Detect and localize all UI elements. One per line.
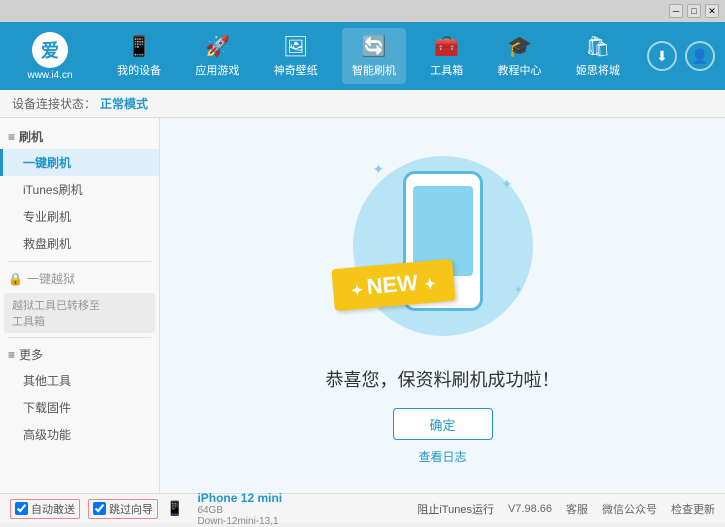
device-phone-icon: 📱 (166, 500, 183, 517)
apps-games-icon: 🚀 (205, 34, 230, 59)
auto-send-checkbox-item[interactable]: 自动敢送 (10, 499, 80, 519)
sparkle-1: ✦ (373, 161, 385, 178)
nav-item-wallpaper[interactable]: 🖼 神奇壁纸 (264, 28, 328, 84)
goto-log-link[interactable]: 查看日志 (418, 448, 466, 465)
sidebar-item-rescue-flash[interactable]: 救盘刷机 (0, 230, 159, 257)
nav-item-smart-flash[interactable]: 🔄 智能刷机 (342, 28, 406, 84)
bottombar-left: 自动敢送 跳过向导 📱 iPhone 12 mini 64GB Down-12m… (10, 491, 282, 527)
my-device-icon: 📱 (127, 34, 152, 59)
skip-wizard-label: 跳过向导 (109, 501, 153, 517)
flash-section-icon: ≡ (8, 130, 15, 144)
lock-icon: 🔒 (8, 272, 23, 286)
device-info: iPhone 12 mini 64GB Down-12mini-13,1 (197, 491, 282, 527)
skip-wizard-checkbox-item[interactable]: 跳过向导 (88, 499, 158, 519)
sidebar: ≡ 刷机 一键刷机 iTunes刷机 专业刷机 救盘刷机 🔒 一键越狱 (0, 118, 160, 493)
nav-item-apps-games[interactable]: 🚀 应用游戏 (185, 28, 249, 84)
device-row: 📱 iPhone 12 mini 64GB Down-12mini-13,1 (166, 491, 282, 527)
minimize-button[interactable]: ─ (669, 4, 683, 18)
logo-icon: 爱 (32, 32, 68, 68)
sparkle-3: ✦ (514, 285, 522, 296)
sidebar-item-download-firmware[interactable]: 下载固件 (0, 394, 159, 421)
maximize-button[interactable]: □ (687, 4, 701, 18)
header: 爱 www.i4.cn 📱 我的设备 🚀 应用游戏 🖼 神奇壁纸 🔄 智能刷机 … (0, 22, 725, 90)
nav-label-mall: 姬思将城 (576, 62, 620, 78)
logo-domain: www.i4.cn (27, 70, 72, 81)
sidebar-item-one-click[interactable]: 一键刷机 (0, 149, 159, 176)
sidebar-item-other-tools[interactable]: 其他工具 (0, 367, 159, 394)
toolbox-icon: 🧰 (434, 34, 459, 59)
mall-icon: 🛍 (585, 34, 610, 59)
titlebar: ─ □ ✕ (0, 0, 725, 22)
nav-label-wallpaper: 神奇壁纸 (274, 62, 318, 78)
sidebar-item-itunes-flash[interactable]: iTunes刷机 (0, 176, 159, 203)
nav-item-my-device[interactable]: 📱 我的设备 (107, 28, 171, 84)
nav-item-tutorial[interactable]: 🎓 教程中心 (488, 28, 552, 84)
download-button[interactable]: ⬇ (647, 41, 677, 71)
bottombar-right: 阻止iTunes运行 V7.98.66 客服 微信公众号 检查更新 (417, 501, 715, 517)
nav-label-apps-games: 应用游戏 (195, 62, 239, 78)
main-content: ✦ ✦ ✦ NEW 恭喜您，保资料刷机成功啦！ 确定 查看日志 (160, 118, 725, 493)
sidebar-locked-jailbreak: 🔒 一键越狱 (0, 266, 159, 291)
tutorial-icon: 🎓 (507, 34, 532, 59)
nav-label-smart-flash: 智能刷机 (352, 62, 396, 78)
sidebar-divider-1 (8, 261, 151, 262)
nav-label-my-device: 我的设备 (117, 62, 161, 78)
version-text: V7.98.66 (508, 503, 552, 515)
stop-itunes-label: 阻止iTunes运行 (417, 501, 494, 517)
smart-flash-icon: 🔄 (362, 34, 387, 59)
device-storage: 64GB (197, 505, 282, 516)
stop-itunes-button[interactable]: 阻止iTunes运行 (417, 501, 494, 517)
sidebar-jailbreak-note: 越狱工具已转移至工具箱 (4, 293, 155, 333)
sidebar-section-more: ≡ 更多 其他工具 下载固件 高级功能 (0, 342, 159, 448)
sidebar-section-flash: ≡ 刷机 一键刷机 iTunes刷机 专业刷机 救盘刷机 (0, 124, 159, 257)
status-label: 设备连接状态： (12, 95, 96, 112)
user-button[interactable]: 👤 (685, 41, 715, 71)
sidebar-divider-2 (8, 337, 151, 338)
success-text: 恭喜您，保资料刷机成功啦！ (326, 366, 560, 392)
nav-item-mall[interactable]: 🛍 姬思将城 (566, 28, 630, 84)
nav-label-tutorial: 教程中心 (498, 62, 542, 78)
sidebar-more-title: ≡ 更多 (0, 342, 159, 367)
device-model: Down-12mini-13,1 (197, 516, 282, 527)
skip-wizard-checkbox[interactable] (93, 502, 106, 515)
statusbar: 设备连接状态： 正常模式 (0, 90, 725, 118)
nav-item-toolbox[interactable]: 🧰 工具箱 (420, 28, 473, 84)
logo-area: 爱 www.i4.cn (0, 26, 100, 87)
auto-send-label: 自动敢送 (31, 501, 75, 517)
sparkle-2: ✦ (501, 176, 513, 193)
main-area: ≡ 刷机 一键刷机 iTunes刷机 专业刷机 救盘刷机 🔒 一键越狱 (0, 118, 725, 493)
nav-label-toolbox: 工具箱 (430, 62, 463, 78)
sidebar-section-title-flash: ≡ 刷机 (0, 124, 159, 149)
more-section-icon: ≡ (8, 348, 15, 362)
status-value: 正常模式 (100, 95, 148, 112)
close-button[interactable]: ✕ (705, 4, 719, 18)
wechat-public-link[interactable]: 微信公众号 (602, 501, 657, 517)
customer-service-link[interactable]: 客服 (566, 501, 588, 517)
sidebar-section-jailbreak: 🔒 一键越狱 越狱工具已转移至工具箱 (0, 266, 159, 333)
check-update-link[interactable]: 检查更新 (671, 501, 715, 517)
auto-send-checkbox[interactable] (15, 502, 28, 515)
sidebar-item-pro-flash[interactable]: 专业刷机 (0, 203, 159, 230)
bottombar: 自动敢送 跳过向导 📱 iPhone 12 mini 64GB Down-12m… (0, 493, 725, 523)
phone-illustration: ✦ ✦ ✦ NEW (343, 146, 543, 346)
header-right-buttons: ⬇ 👤 (637, 41, 725, 71)
sidebar-item-advanced[interactable]: 高级功能 (0, 421, 159, 448)
wallpaper-icon: 🖼 (283, 34, 308, 59)
confirm-button[interactable]: 确定 (393, 408, 493, 440)
nav-bar: 📱 我的设备 🚀 应用游戏 🖼 神奇壁纸 🔄 智能刷机 🧰 工具箱 🎓 教程中心… (100, 28, 637, 84)
